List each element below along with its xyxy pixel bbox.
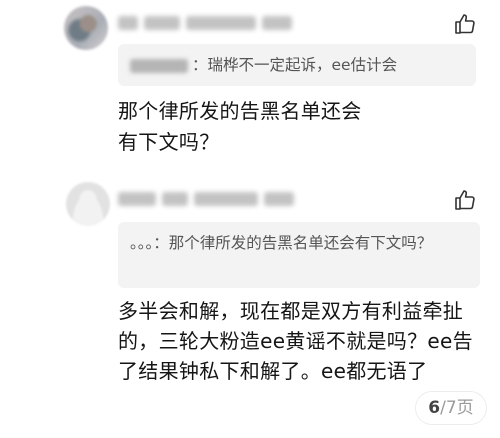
comment-item: ：瑞桦不一定起诉，ee估计会 那个律所发的告黑名单还会有下文吗？ — [0, 0, 500, 170]
reply-quote: 。。。：那个律所发的告黑名单还会有下文吗？ — [118, 222, 480, 288]
comment-text: 那个律所发的告黑名单还会有下文吗？ — [118, 99, 362, 154]
page-total: /7页 — [440, 398, 474, 418]
comment-text: 多半会和解，现在都是双方有利益牵扯的，三轮大粉造ee黄谣不就是吗？ee告了结果钟… — [118, 299, 473, 383]
thumbs-up-icon[interactable] — [453, 188, 477, 212]
page-indicator[interactable]: 6/7页 — [416, 392, 486, 424]
username-blurred[interactable] — [118, 16, 292, 32]
reply-quote-text: 。。。：那个律所发的告黑名单还会有下文吗？ — [130, 234, 433, 252]
avatar[interactable] — [64, 6, 108, 50]
avatar[interactable] — [66, 182, 110, 226]
reply-quote: ：瑞桦不一定起诉，ee估计会 — [118, 44, 476, 86]
thumbs-up-icon[interactable] — [453, 12, 477, 36]
reply-quote-text: ：瑞桦不一定起诉，ee估计会 — [192, 56, 398, 74]
quoted-username-blurred — [130, 58, 188, 73]
username-blurred[interactable] — [118, 192, 294, 208]
page-current: 6 — [428, 398, 441, 418]
